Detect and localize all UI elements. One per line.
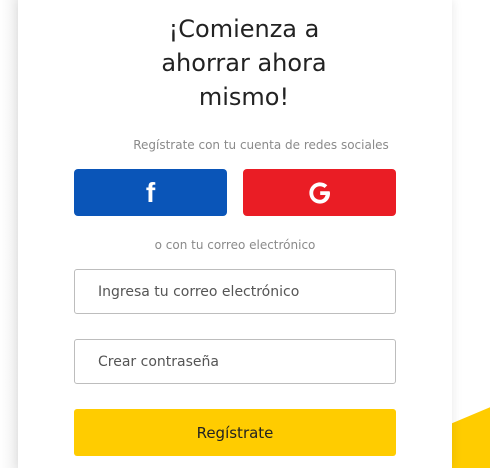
email-signup-prompt: o con tu correo electrónico: [154, 238, 316, 252]
signup-page: ¡Comienza a ahorrar ahora mismo! Regístr…: [0, 0, 490, 468]
register-button[interactable]: Regístrate: [74, 409, 396, 456]
facebook-signup-button[interactable]: f: [74, 169, 227, 216]
email-field[interactable]: [74, 269, 396, 314]
page-background-left: [0, 0, 18, 468]
page-background-right: [452, 0, 490, 468]
title-line-1: ¡Comienza a: [168, 15, 320, 43]
password-field[interactable]: [74, 339, 396, 384]
page-title: ¡Comienza a ahorrar ahora mismo!: [134, 12, 354, 114]
social-signup-prompt: Regístrate con tu cuenta de redes social…: [133, 138, 389, 152]
title-line-3: mismo!: [198, 83, 290, 111]
facebook-icon: f: [145, 176, 156, 208]
google-icon: [308, 181, 330, 204]
title-line-2: ahorrar ahora: [161, 49, 327, 77]
google-signup-button[interactable]: [243, 169, 396, 216]
